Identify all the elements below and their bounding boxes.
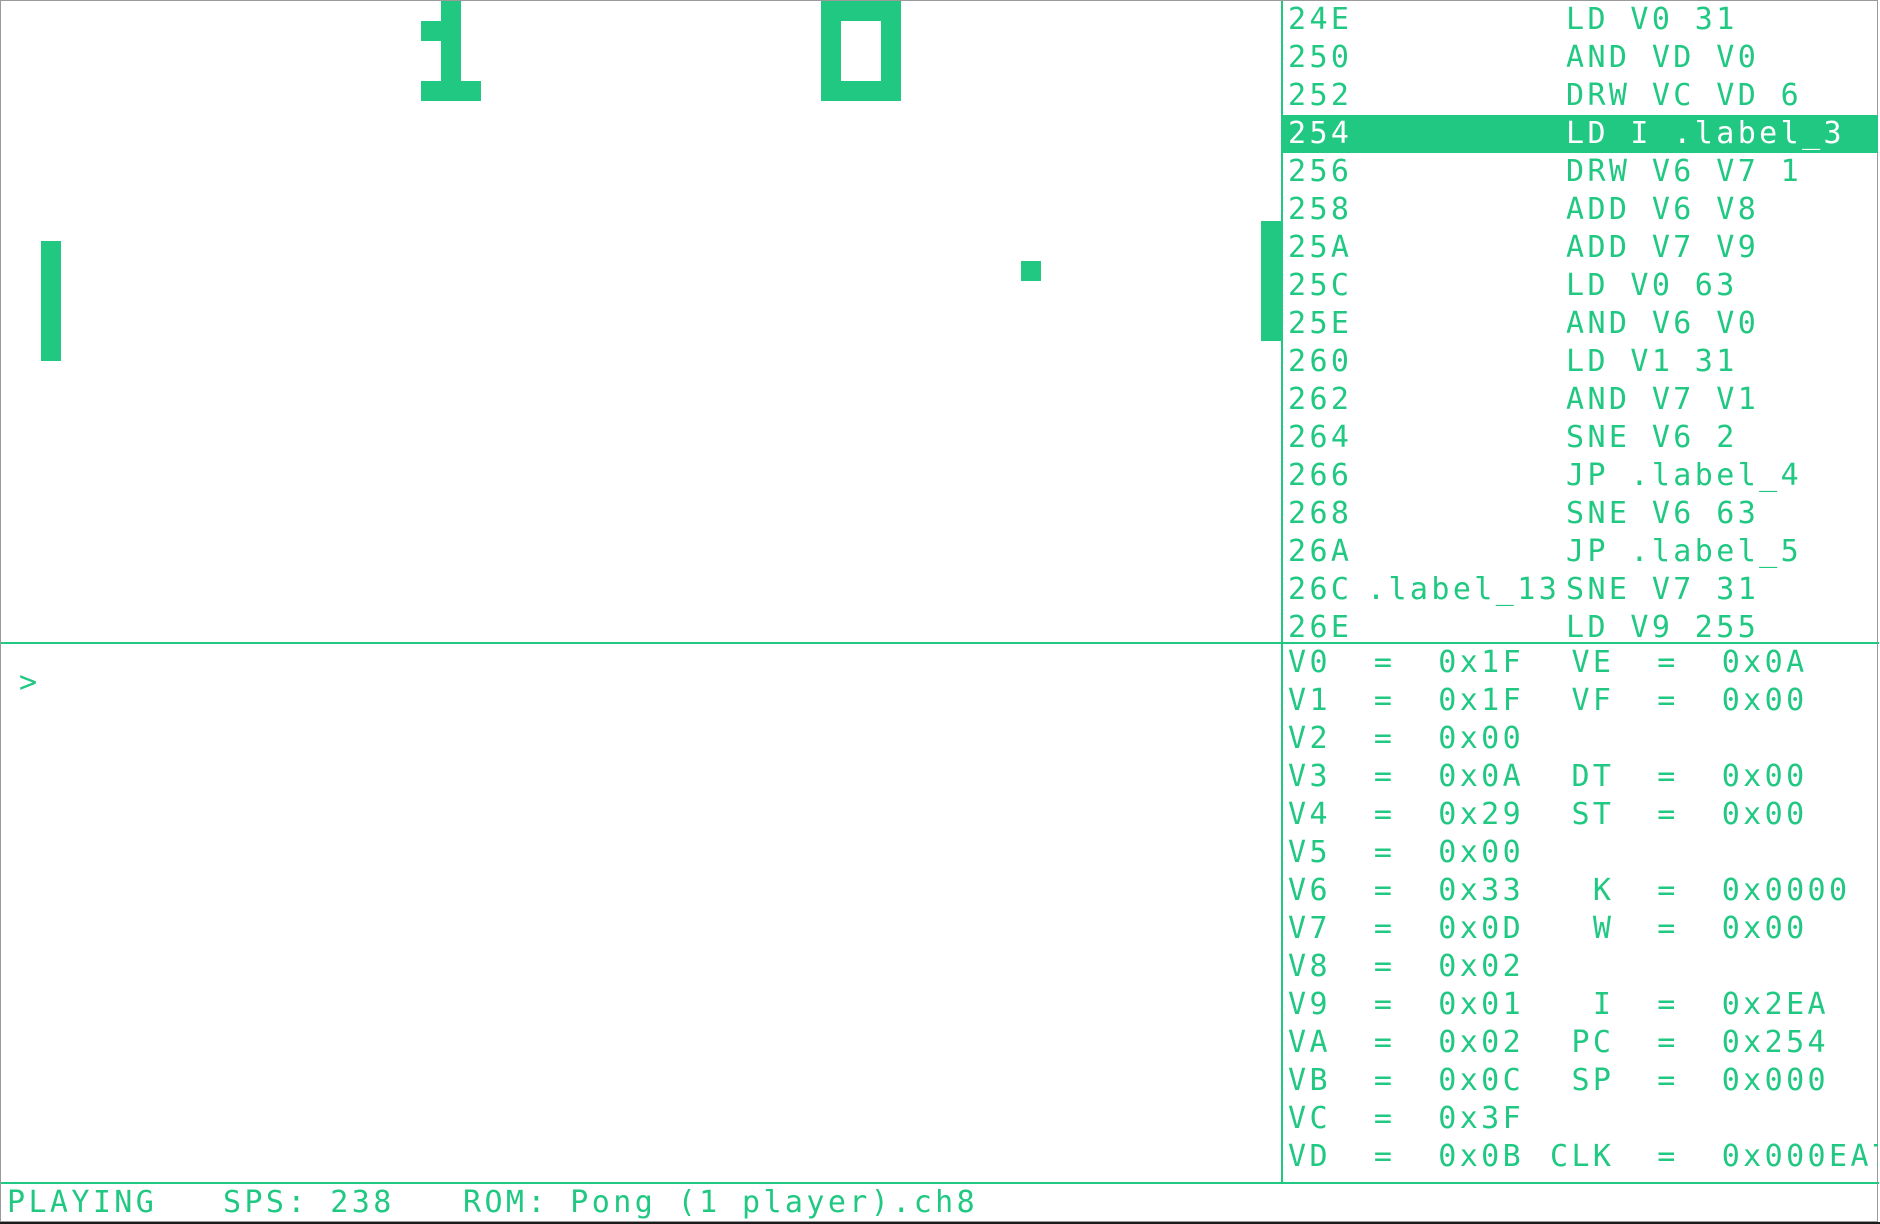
disasm-address: 264 (1288, 420, 1353, 455)
disasm-instruction: LD V9 255 (1566, 610, 1760, 641)
disasm-address: 26C (1288, 572, 1353, 607)
disasm-address: 250 (1288, 40, 1353, 75)
disasm-row[interactable]: 266 JP .label_4 (1282, 457, 1878, 495)
game-screen[interactable] (1, 1, 1281, 641)
disasm-row[interactable]: 268 SNE V6 63 (1282, 495, 1878, 533)
register-value: SP = 0x000 (1550, 1063, 1829, 1098)
console-prompt: > (19, 665, 41, 700)
register-value: CLK = 0x000EA7 (1550, 1139, 1878, 1174)
register-value: VC = 0x3F (1288, 1101, 1525, 1136)
disasm-row[interactable]: 25C LD V0 63 (1282, 267, 1878, 305)
register-value: I = 0x2EA (1550, 987, 1829, 1022)
disasm-row[interactable]: 256 DRW V6 V7 1 (1282, 153, 1878, 191)
disasm-instruction: SNE V6 2 (1566, 420, 1738, 455)
register-value: V4 = 0x29 (1288, 797, 1525, 832)
register-value: V1 = 0x1F (1288, 683, 1525, 718)
disasm-instruction: JP .label_4 (1566, 458, 1803, 493)
disasm-instruction: AND V7 V1 (1566, 382, 1760, 417)
disasm-address: 256 (1288, 154, 1353, 189)
disasm-row[interactable]: 250 AND VD V0 (1282, 39, 1878, 77)
disasm-address: 258 (1288, 192, 1353, 227)
disasm-instruction: SNE V7 31 (1566, 572, 1760, 607)
disasm-row[interactable]: 258 ADD V6 V8 (1282, 191, 1878, 229)
status-rom: ROM: Pong (1 player).ch8 (463, 1185, 979, 1220)
register-value: V7 = 0x0D (1288, 911, 1525, 946)
console-panel[interactable]: > (1, 644, 1281, 1182)
disasm-instruction: LD V1 31 (1566, 344, 1738, 379)
disasm-row[interactable]: 260 LD V1 31 (1282, 343, 1878, 381)
register-value: V5 = 0x00 (1288, 835, 1525, 870)
disasm-row-current[interactable]: 254 LD I .label_3 (1282, 115, 1878, 153)
disasm-instruction: DRW V6 V7 1 (1566, 154, 1803, 189)
register-value: VB = 0x0C (1288, 1063, 1525, 1098)
register-value: PC = 0x254 (1550, 1025, 1829, 1060)
disasm-row[interactable]: 26C .label_13 SNE V7 31 (1282, 571, 1878, 609)
disasm-address: 266 (1288, 458, 1353, 493)
disasm-address: 268 (1288, 496, 1353, 531)
disasm-row[interactable]: 262 AND V7 V1 (1282, 381, 1878, 419)
disasm-instruction: AND VD V0 (1566, 40, 1760, 75)
right-paddle (1261, 221, 1281, 341)
register-value: V3 = 0x0A (1288, 759, 1525, 794)
disasm-row[interactable]: 252 DRW VC VD 6 (1282, 77, 1878, 115)
register-value: K = 0x0000 (1550, 873, 1851, 908)
status-state: PLAYING (7, 1185, 158, 1220)
register-value: VF = 0x00 (1550, 683, 1808, 718)
disasm-instruction: AND V6 V0 (1566, 306, 1760, 341)
disasm-address: 26E (1288, 610, 1353, 641)
register-value: VA = 0x02 (1288, 1025, 1525, 1060)
disasm-address: 25E (1288, 306, 1353, 341)
disasm-instruction: ADD V6 V8 (1566, 192, 1760, 227)
disasm-address: 254 (1288, 116, 1353, 151)
register-value: V8 = 0x02 (1288, 949, 1525, 984)
register-value: V9 = 0x01 (1288, 987, 1525, 1022)
disasm-instruction: LD I .label_3 (1566, 116, 1845, 151)
disasm-instruction: SNE V6 63 (1566, 496, 1760, 531)
ball (1021, 261, 1041, 281)
register-value: DT = 0x00 (1550, 759, 1808, 794)
status-bar: PLAYING SPS: 238 ROM: Pong (1 player).ch… (1, 1184, 1877, 1222)
disasm-instruction: LD V0 63 (1566, 268, 1738, 303)
register-value: W = 0x00 (1550, 911, 1808, 946)
disasm-address: 252 (1288, 78, 1353, 113)
disasm-address: 25C (1288, 268, 1353, 303)
disasm-row[interactable]: 25E AND V6 V0 (1282, 305, 1878, 343)
register-value: VE = 0x0A (1550, 645, 1808, 680)
registers-panel: V0 = 0x1F V1 = 0x1F V2 = 0x00 V3 = 0x0A V4 =… (1282, 644, 1878, 1182)
register-value: V6 = 0x33 (1288, 873, 1525, 908)
disasm-address: 26A (1288, 534, 1353, 569)
disasm-row[interactable]: 26A JP .label_5 (1282, 533, 1878, 571)
register-value: V2 = 0x00 (1288, 721, 1525, 756)
disasm-instruction: JP .label_5 (1566, 534, 1803, 569)
disasm-row[interactable]: 26E LD V9 255 (1282, 609, 1878, 641)
disasm-label: .label_13 (1367, 572, 1561, 607)
disasm-address: 260 (1288, 344, 1353, 379)
disasm-row[interactable]: 25A ADD V7 V9 (1282, 229, 1878, 267)
register-value: V0 = 0x1F (1288, 645, 1525, 680)
disasm-address: 25A (1288, 230, 1353, 265)
disasm-address: 24E (1288, 2, 1353, 37)
disasm-instruction: DRW VC VD 6 (1566, 78, 1803, 113)
disassembly-panel[interactable]: 24E LD V0 31 250 AND VD V0 252 DRW VC VD 6 254… (1282, 1, 1878, 641)
register-value: VD = 0x0B (1288, 1139, 1525, 1174)
disasm-instruction: ADD V7 V9 (1566, 230, 1760, 265)
left-paddle (41, 241, 61, 361)
disasm-address: 262 (1288, 382, 1353, 417)
disasm-instruction: LD V0 31 (1566, 2, 1738, 37)
disasm-row[interactable]: 24E LD V0 31 (1282, 1, 1878, 39)
disasm-row[interactable]: 264 SNE V6 2 (1282, 419, 1878, 457)
register-value: ST = 0x00 (1550, 797, 1808, 832)
status-sps: SPS: 238 (223, 1185, 395, 1220)
